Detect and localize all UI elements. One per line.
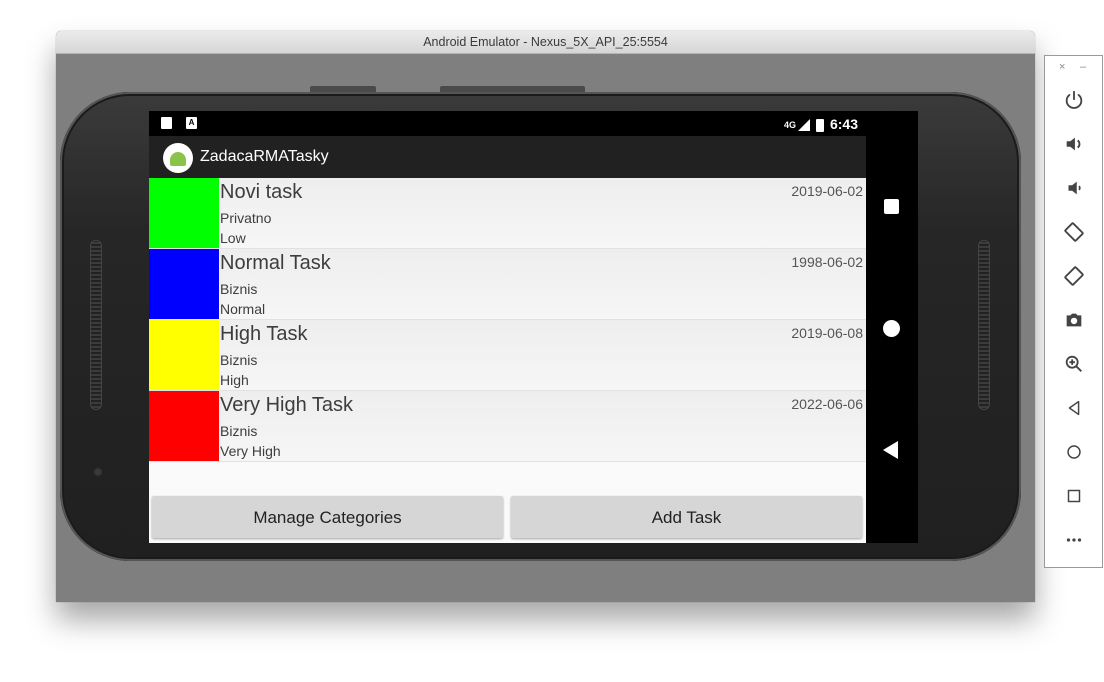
volume-up-icon[interactable] xyxy=(1058,128,1090,160)
task-date: 2019-06-08 xyxy=(791,325,863,341)
more-icon[interactable] xyxy=(1058,524,1090,556)
status-bar: A 4G 6:43 xyxy=(149,111,866,136)
emulator-toolbar: × – xyxy=(1044,55,1103,568)
zoom-icon[interactable] xyxy=(1058,348,1090,380)
task-category: Biznis xyxy=(220,423,258,439)
camera-icon[interactable] xyxy=(1058,304,1090,336)
android-robot-icon xyxy=(170,152,186,166)
task-category: Biznis xyxy=(220,281,258,297)
back-icon[interactable] xyxy=(1058,392,1090,424)
task-name: Very High Task xyxy=(220,394,354,416)
right-speaker xyxy=(978,240,990,410)
task-row[interactable]: Very High Task Biznis Very High 2022-06-… xyxy=(149,391,866,462)
home-nav-button[interactable] xyxy=(883,320,900,337)
clock: 6:43 xyxy=(829,116,858,132)
close-icon[interactable]: × xyxy=(1059,61,1065,73)
task-priority: Normal xyxy=(220,301,266,317)
task-row[interactable]: Novi task Privatno Low 2019-06-02 xyxy=(149,178,866,249)
signal-icon xyxy=(797,119,810,132)
task-date: 1998-06-02 xyxy=(791,254,863,270)
keyboard-indicator-icon: A xyxy=(186,117,197,129)
task-name: Normal Task xyxy=(220,252,331,274)
task-priority: High xyxy=(220,372,249,388)
priority-color-swatch xyxy=(149,391,219,461)
task-row[interactable]: High Task Biznis High 2019-06-08 xyxy=(149,320,866,391)
task-name: Novi task xyxy=(220,181,303,203)
volume-down-icon[interactable] xyxy=(1058,172,1090,204)
network-type: 4G xyxy=(783,120,796,131)
task-list: Novi task Privatno Low 2019-06-02 Normal… xyxy=(149,178,866,543)
navigation-bar xyxy=(866,111,918,543)
task-row[interactable]: Normal Task Biznis Normal 1998-06-02 xyxy=(149,249,866,320)
minimize-icon[interactable]: – xyxy=(1080,61,1086,73)
device-screen: A 4G 6:43 ZadacaRMATasky Novi task Privat… xyxy=(149,111,918,543)
rotate-left-icon[interactable] xyxy=(1058,216,1090,248)
phone-power-button xyxy=(440,86,585,92)
manage-categories-button[interactable]: Manage Categories xyxy=(152,496,503,538)
phone-volume-button xyxy=(310,86,376,92)
sd-card-icon xyxy=(161,117,172,129)
task-category: Biznis xyxy=(220,352,258,368)
task-date: 2022-06-06 xyxy=(791,396,863,412)
overview-icon[interactable] xyxy=(1058,480,1090,512)
add-task-button[interactable]: Add Task xyxy=(511,496,862,538)
back-nav-button[interactable] xyxy=(883,441,898,459)
home-icon[interactable] xyxy=(1058,436,1090,468)
window-title: Android Emulator - Nexus_5X_API_25:5554 xyxy=(56,31,1035,54)
task-name: High Task xyxy=(220,323,308,345)
app-title: ZadacaRMATasky xyxy=(200,148,329,165)
task-date: 2019-06-02 xyxy=(791,183,863,199)
app-bar: ZadacaRMATasky xyxy=(149,136,866,178)
power-icon[interactable] xyxy=(1058,84,1090,116)
rotate-right-icon[interactable] xyxy=(1058,260,1090,292)
task-priority: Low xyxy=(220,230,246,246)
task-category: Privatno xyxy=(220,210,272,226)
app-launcher-icon xyxy=(163,143,193,173)
front-camera xyxy=(93,467,103,477)
priority-color-swatch xyxy=(149,249,219,319)
priority-color-swatch xyxy=(149,320,219,390)
status-right: 4G 6:43 xyxy=(784,111,858,136)
overview-nav-button[interactable] xyxy=(884,199,899,214)
battery-icon xyxy=(815,118,824,132)
left-speaker xyxy=(90,240,102,410)
task-priority: Very High xyxy=(220,443,281,459)
priority-color-swatch xyxy=(149,178,219,248)
